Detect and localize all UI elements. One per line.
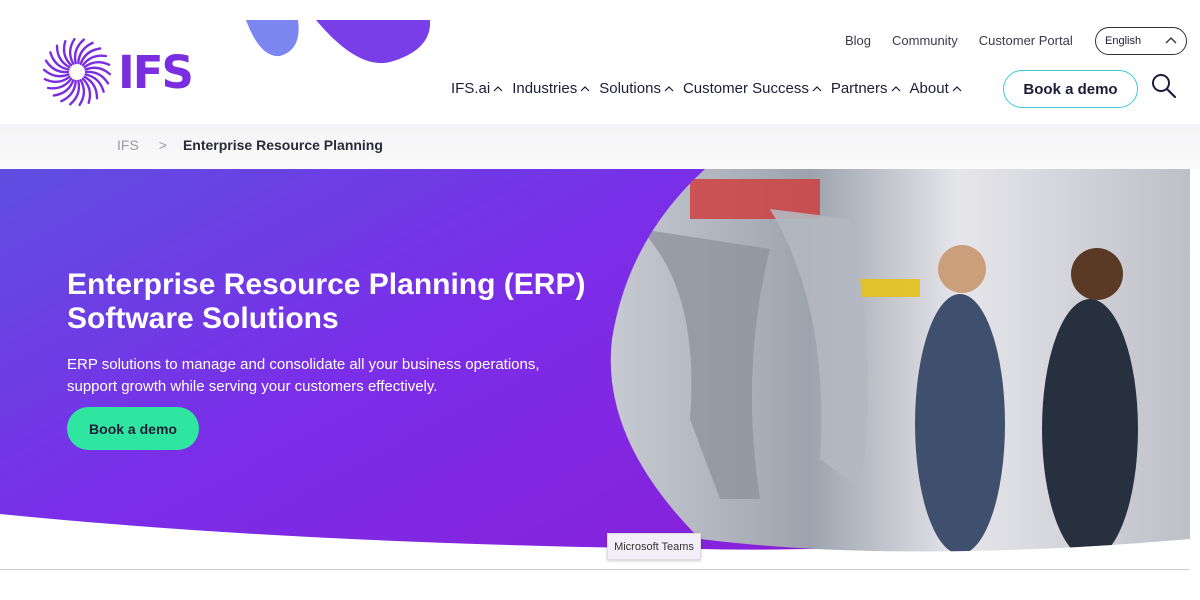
util-nav-community[interactable]: Community [892,33,958,48]
nav-item-label: Solutions [599,80,661,97]
chevron-up-icon [493,85,503,91]
ifs-logo-text: IFS [118,45,194,99]
header-book-demo-button[interactable]: Book a demo [1003,70,1138,108]
logo-ray [83,61,111,69]
nav-item-label: Industries [512,80,578,97]
nav-item-ifs-ai[interactable]: IFS.ai [451,80,503,97]
breadcrumb: IFS > Enterprise Resource Planning [117,137,383,153]
breadcrumb-home-link[interactable]: IFS [117,137,139,153]
nav-item-customer-success[interactable]: Customer Success [683,80,822,97]
chevron-up-icon [664,85,674,91]
search-icon[interactable] [1151,73,1177,99]
breadcrumb-bar: IFS > Enterprise Resource Planning [0,124,1200,169]
util-nav-customer-portal[interactable]: Customer Portal [979,33,1073,48]
ifs-logo[interactable]: IFS [42,37,194,107]
nav-item-label: Customer Success [682,80,809,97]
main-nav: IFS.ai Industries Solutions Customer Suc… [451,80,971,97]
logo-ray [68,37,76,65]
taskbar-tooltip: Microsoft Teams [607,533,701,560]
page: IFS Blog Community Customer Portal Engli… [0,0,1200,600]
hero-book-demo-button[interactable]: Book a demo [67,407,199,450]
chevron-up-icon [1165,37,1177,44]
nav-item-partners[interactable]: Partners [831,80,901,97]
nav-item-label: Partners [830,80,888,97]
nav-item-label: IFS.ai [451,80,491,97]
breadcrumb-separator-icon: > [158,137,167,153]
hero-title: Enterprise Resource Planning (ERP) Softw… [67,268,627,336]
util-nav-blog[interactable]: Blog [845,33,871,48]
nav-item-industries[interactable]: Industries [512,80,590,97]
section-divider [0,569,1190,570]
nav-item-label: About [909,80,949,97]
logo-ray [78,79,86,107]
hero-subtitle-line1: ERP solutions to manage and consolidate … [67,356,540,373]
hero-subtitle-line2: support growth while serving your custom… [67,378,438,395]
hero-title-line1: Enterprise Resource Planning (ERP) [67,268,586,301]
utility-nav: Blog Community Customer Portal [845,33,1094,48]
hero-subtitle: ERP solutions to manage and consolidate … [67,354,567,398]
decorative-shapes [246,20,431,64]
hero-section: Enterprise Resource Planning (ERP) Softw… [0,169,1200,559]
nav-item-solutions[interactable]: Solutions [599,80,674,97]
chevron-up-icon [580,85,590,91]
chevron-up-icon [952,85,962,91]
logo-ray [43,75,71,83]
language-select[interactable]: English [1095,27,1187,55]
ifs-logo-mark-icon [42,37,112,107]
language-select-value: English [1105,35,1142,47]
hero-photo [610,169,1190,552]
chevron-up-icon [891,85,900,91]
chevron-up-icon [812,85,822,91]
hero-title-line2: Software Solutions [67,302,339,335]
nav-item-about[interactable]: About [910,80,962,97]
site-header: IFS Blog Community Customer Portal Engli… [0,0,1200,124]
breadcrumb-current: Enterprise Resource Planning [182,137,383,153]
